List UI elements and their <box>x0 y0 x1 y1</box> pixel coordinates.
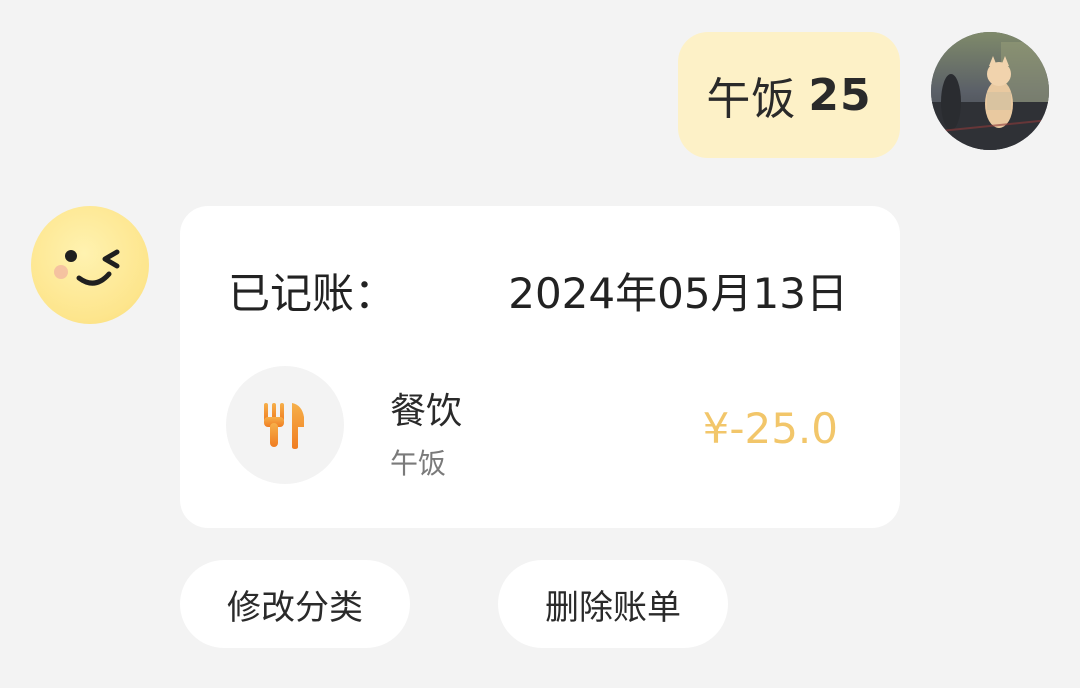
user-message-amount: 25 <box>808 69 872 121</box>
record-amount: ¥-25.0 <box>702 404 838 453</box>
delete-record-button[interactable]: 删除账单 <box>498 560 728 648</box>
user-avatar[interactable] <box>931 32 1049 150</box>
bot-avatar <box>31 206 149 324</box>
wink-face-icon <box>54 249 120 286</box>
user-message-text: 午饭 <box>706 74 797 125</box>
record-title: 已记账： <box>228 269 397 318</box>
cat-photo-avatar-icon <box>931 32 1049 150</box>
user-message-bubble: 午饭 25 <box>678 32 900 158</box>
edit-category-button[interactable]: 修改分类 <box>180 560 410 648</box>
fork-knife-icon <box>264 403 304 449</box>
record-card: 已记账： 2024年05月13日 餐饮 午饭 ¥-25.0 <box>180 206 900 528</box>
record-date: 2024年05月13日 <box>508 269 848 318</box>
category-note: 午饭 <box>390 447 447 480</box>
category-icon-circle <box>226 366 344 484</box>
chat-page: 午饭 25 已记账： 2024年05月13日 餐饮 午饭 ¥-25.0 修改分类… <box>0 0 1080 688</box>
category-name: 餐饮 <box>390 391 463 432</box>
